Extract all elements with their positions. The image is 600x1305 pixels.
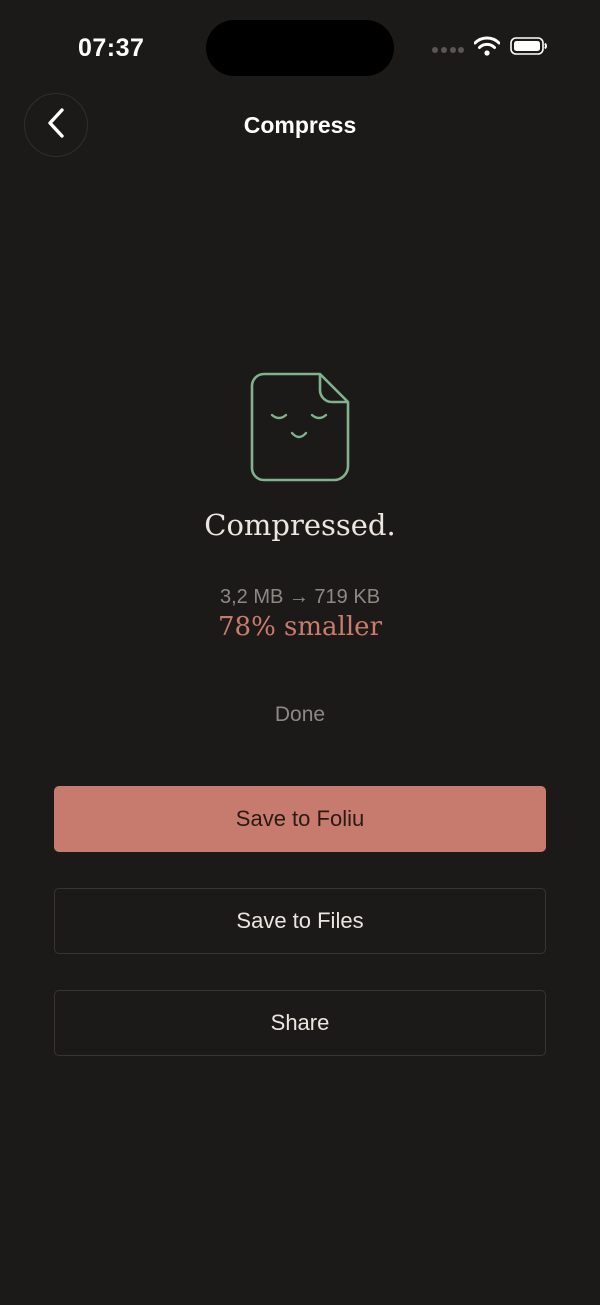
wifi-icon (473, 36, 501, 60)
sleeping-document-icon (250, 372, 350, 482)
page-title: Compress (243, 112, 357, 138)
save-to-foliu-button[interactable]: Save to Foliu (54, 786, 546, 852)
save-to-files-button[interactable]: Save to Files (54, 888, 546, 954)
nav-bar: Compress (0, 92, 600, 160)
done-button[interactable]: Done (240, 703, 360, 727)
share-button[interactable]: Share (54, 990, 546, 1056)
status-icons (432, 36, 548, 60)
signal-dots-icon (432, 39, 464, 58)
result-headline: Compressed. (204, 508, 396, 542)
dynamic-island (206, 20, 394, 76)
status-time: 07:37 (78, 34, 145, 62)
size-change-text: 3,2 MB → 719 KB (219, 586, 381, 608)
status-bar: 07:37 (0, 0, 600, 96)
savings-text: 78% smaller (218, 612, 382, 642)
battery-icon (510, 36, 548, 60)
